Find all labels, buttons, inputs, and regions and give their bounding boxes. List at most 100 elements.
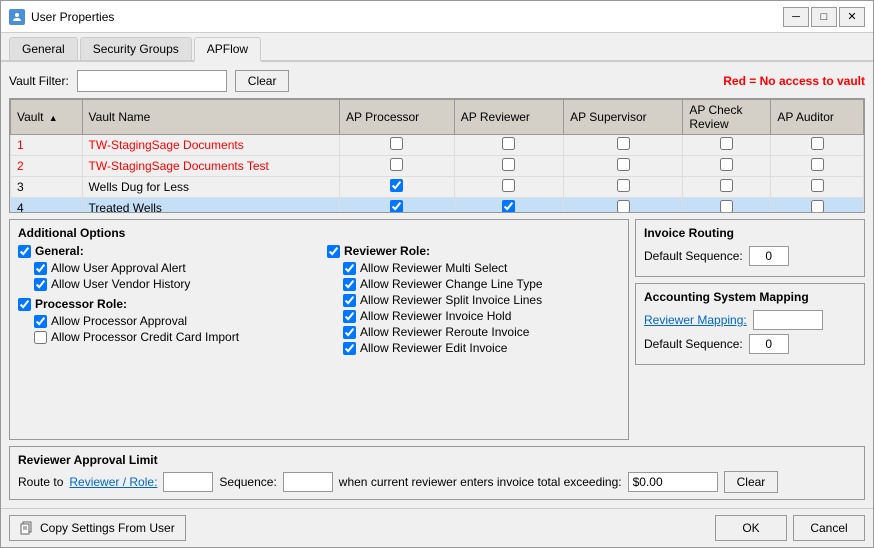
restore-button[interactable]: □ xyxy=(811,7,837,27)
ap-supervisor-cell xyxy=(564,198,683,214)
close-button[interactable]: ✕ xyxy=(839,7,865,27)
table-row[interactable]: 3Wells Dug for Less xyxy=(11,177,864,198)
left-col: General: Allow User Approval Alert Allow… xyxy=(18,244,311,361)
accounting-seq-input[interactable] xyxy=(749,334,789,354)
route-to-label: Route to xyxy=(18,475,63,489)
ap-supervisor-checkbox[interactable] xyxy=(617,179,630,192)
ap-processor-checkbox[interactable] xyxy=(390,179,403,192)
allow-reviewer-invoice-hold-checkbox[interactable] xyxy=(343,310,356,323)
table-header-row: Vault ▲ Vault Name AP Processor AP Revie… xyxy=(11,100,864,135)
tab-security-groups[interactable]: Security Groups xyxy=(80,37,192,60)
reviewer-checkbox[interactable] xyxy=(327,245,340,258)
ap-check-review-checkbox[interactable] xyxy=(720,137,733,150)
option-reviewer-edit-invoice: Allow Reviewer Edit Invoice xyxy=(343,341,620,355)
vault-filter-row: Vault Filter: Clear Red = No access to v… xyxy=(9,70,865,92)
general-checkbox[interactable] xyxy=(18,245,31,258)
ap-check-review-cell xyxy=(683,135,771,156)
allow-reviewer-change-line-checkbox[interactable] xyxy=(343,278,356,291)
ap-auditor-checkbox[interactable] xyxy=(811,179,824,192)
reviewer-mapping-input[interactable] xyxy=(753,310,823,330)
reviewer-label: Reviewer Role: xyxy=(344,244,430,258)
ap-auditor-cell xyxy=(771,198,864,214)
option-processor-credit-card: Allow Processor Credit Card Import xyxy=(34,330,311,344)
ap-supervisor-cell xyxy=(564,177,683,198)
allow-reviewer-invoice-hold-label: Allow Reviewer Invoice Hold xyxy=(360,309,511,323)
allow-reviewer-multi-select-checkbox[interactable] xyxy=(343,262,356,275)
col-vault-name[interactable]: Vault Name xyxy=(82,100,339,135)
ap-processor-cell xyxy=(340,135,455,156)
cancel-button[interactable]: Cancel xyxy=(793,515,865,541)
ap-check-review-checkbox[interactable] xyxy=(720,179,733,192)
vault-name-cell: Treated Wells xyxy=(82,198,339,214)
option-approval-alert: Allow User Approval Alert xyxy=(34,261,311,275)
amount-input[interactable] xyxy=(628,472,718,492)
ap-reviewer-checkbox[interactable] xyxy=(502,179,515,192)
tab-general[interactable]: General xyxy=(9,37,78,60)
table-row[interactable]: 1TW-StagingSage Documents xyxy=(11,135,864,156)
allow-user-vendor-history-checkbox[interactable] xyxy=(34,278,47,291)
copy-settings-button[interactable]: Copy Settings From User xyxy=(9,515,186,541)
processor-checkbox[interactable] xyxy=(18,298,31,311)
col-vault[interactable]: Vault ▲ xyxy=(11,100,83,135)
ap-reviewer-checkbox[interactable] xyxy=(502,200,515,213)
reviewer-role-link[interactable]: Reviewer / Role: xyxy=(69,475,157,489)
ap-auditor-checkbox[interactable] xyxy=(811,200,824,213)
col-ap-check-review[interactable]: AP CheckReview xyxy=(683,100,771,135)
ap-reviewer-cell xyxy=(454,156,563,177)
table-row[interactable]: 2TW-StagingSage Documents Test xyxy=(11,156,864,177)
tab-apflow[interactable]: APFlow xyxy=(194,37,261,62)
sequence-input[interactable] xyxy=(283,472,333,492)
vault-cell: 3 xyxy=(11,177,83,198)
reviewer-group: Reviewer Role: Allow Reviewer Multi Sele… xyxy=(327,244,620,355)
allow-reviewer-edit-invoice-checkbox[interactable] xyxy=(343,342,356,355)
ap-reviewer-checkbox[interactable] xyxy=(502,158,515,171)
invoice-routing-seq-label: Default Sequence: xyxy=(644,249,743,263)
vault-name-cell: Wells Dug for Less xyxy=(82,177,339,198)
ap-supervisor-cell xyxy=(564,135,683,156)
ap-processor-checkbox[interactable] xyxy=(390,200,403,213)
ap-check-review-checkbox[interactable] xyxy=(720,158,733,171)
ap-auditor-checkbox[interactable] xyxy=(811,158,824,171)
allow-user-approval-alert-checkbox[interactable] xyxy=(34,262,47,275)
accounting-mapping-panel: Accounting System Mapping Reviewer Mappi… xyxy=(635,283,865,365)
reviewer-mapping-label[interactable]: Reviewer Mapping: xyxy=(644,313,747,327)
title-bar: User Properties ─ □ ✕ xyxy=(1,1,873,33)
ap-auditor-checkbox[interactable] xyxy=(811,137,824,150)
reviewer-approval-row: Route to Reviewer / Role: Sequence: when… xyxy=(18,471,856,493)
option-processor-approval: Allow Processor Approval xyxy=(34,314,311,328)
allow-processor-credit-card-checkbox[interactable] xyxy=(34,331,47,344)
reviewer-role-input[interactable] xyxy=(163,472,213,492)
col-ap-supervisor[interactable]: AP Supervisor xyxy=(564,100,683,135)
window-controls: ─ □ ✕ xyxy=(783,7,865,27)
col-ap-processor[interactable]: AP Processor xyxy=(340,100,455,135)
allow-reviewer-split-invoice-checkbox[interactable] xyxy=(343,294,356,307)
ok-button[interactable]: OK xyxy=(715,515,787,541)
right-panel: Invoice Routing Default Sequence: Accoun… xyxy=(635,219,865,440)
allow-reviewer-reroute-checkbox[interactable] xyxy=(343,326,356,339)
minimize-button[interactable]: ─ xyxy=(783,7,809,27)
ap-processor-checkbox[interactable] xyxy=(390,137,403,150)
ap-check-review-cell xyxy=(683,198,771,214)
ap-supervisor-checkbox[interactable] xyxy=(617,137,630,150)
table-row[interactable]: 4Treated Wells xyxy=(11,198,864,214)
ap-supervisor-checkbox[interactable] xyxy=(617,200,630,213)
ap-reviewer-cell xyxy=(454,135,563,156)
ap-processor-checkbox[interactable] xyxy=(390,158,403,171)
approval-clear-button[interactable]: Clear xyxy=(724,471,779,493)
invoice-routing-seq-input[interactable] xyxy=(749,246,789,266)
ap-check-review-checkbox[interactable] xyxy=(720,200,733,213)
red-note-prefix: Red xyxy=(723,74,746,88)
allow-processor-approval-checkbox[interactable] xyxy=(34,315,47,328)
col-ap-auditor[interactable]: AP Auditor xyxy=(771,100,864,135)
ap-supervisor-checkbox[interactable] xyxy=(617,158,630,171)
main-window: User Properties ─ □ ✕ General Security G… xyxy=(0,0,874,548)
vault-filter-clear-button[interactable]: Clear xyxy=(235,70,290,92)
allow-reviewer-multi-select-label: Allow Reviewer Multi Select xyxy=(360,261,507,275)
vault-filter-input[interactable] xyxy=(77,70,227,92)
invoice-routing-panel: Invoice Routing Default Sequence: xyxy=(635,219,865,277)
accounting-seq-label: Default Sequence: xyxy=(644,337,743,351)
option-reviewer-reroute: Allow Reviewer Reroute Invoice xyxy=(343,325,620,339)
vault-name-cell: TW-StagingSage Documents Test xyxy=(82,156,339,177)
ap-reviewer-checkbox[interactable] xyxy=(502,137,515,150)
col-ap-reviewer[interactable]: AP Reviewer xyxy=(454,100,563,135)
